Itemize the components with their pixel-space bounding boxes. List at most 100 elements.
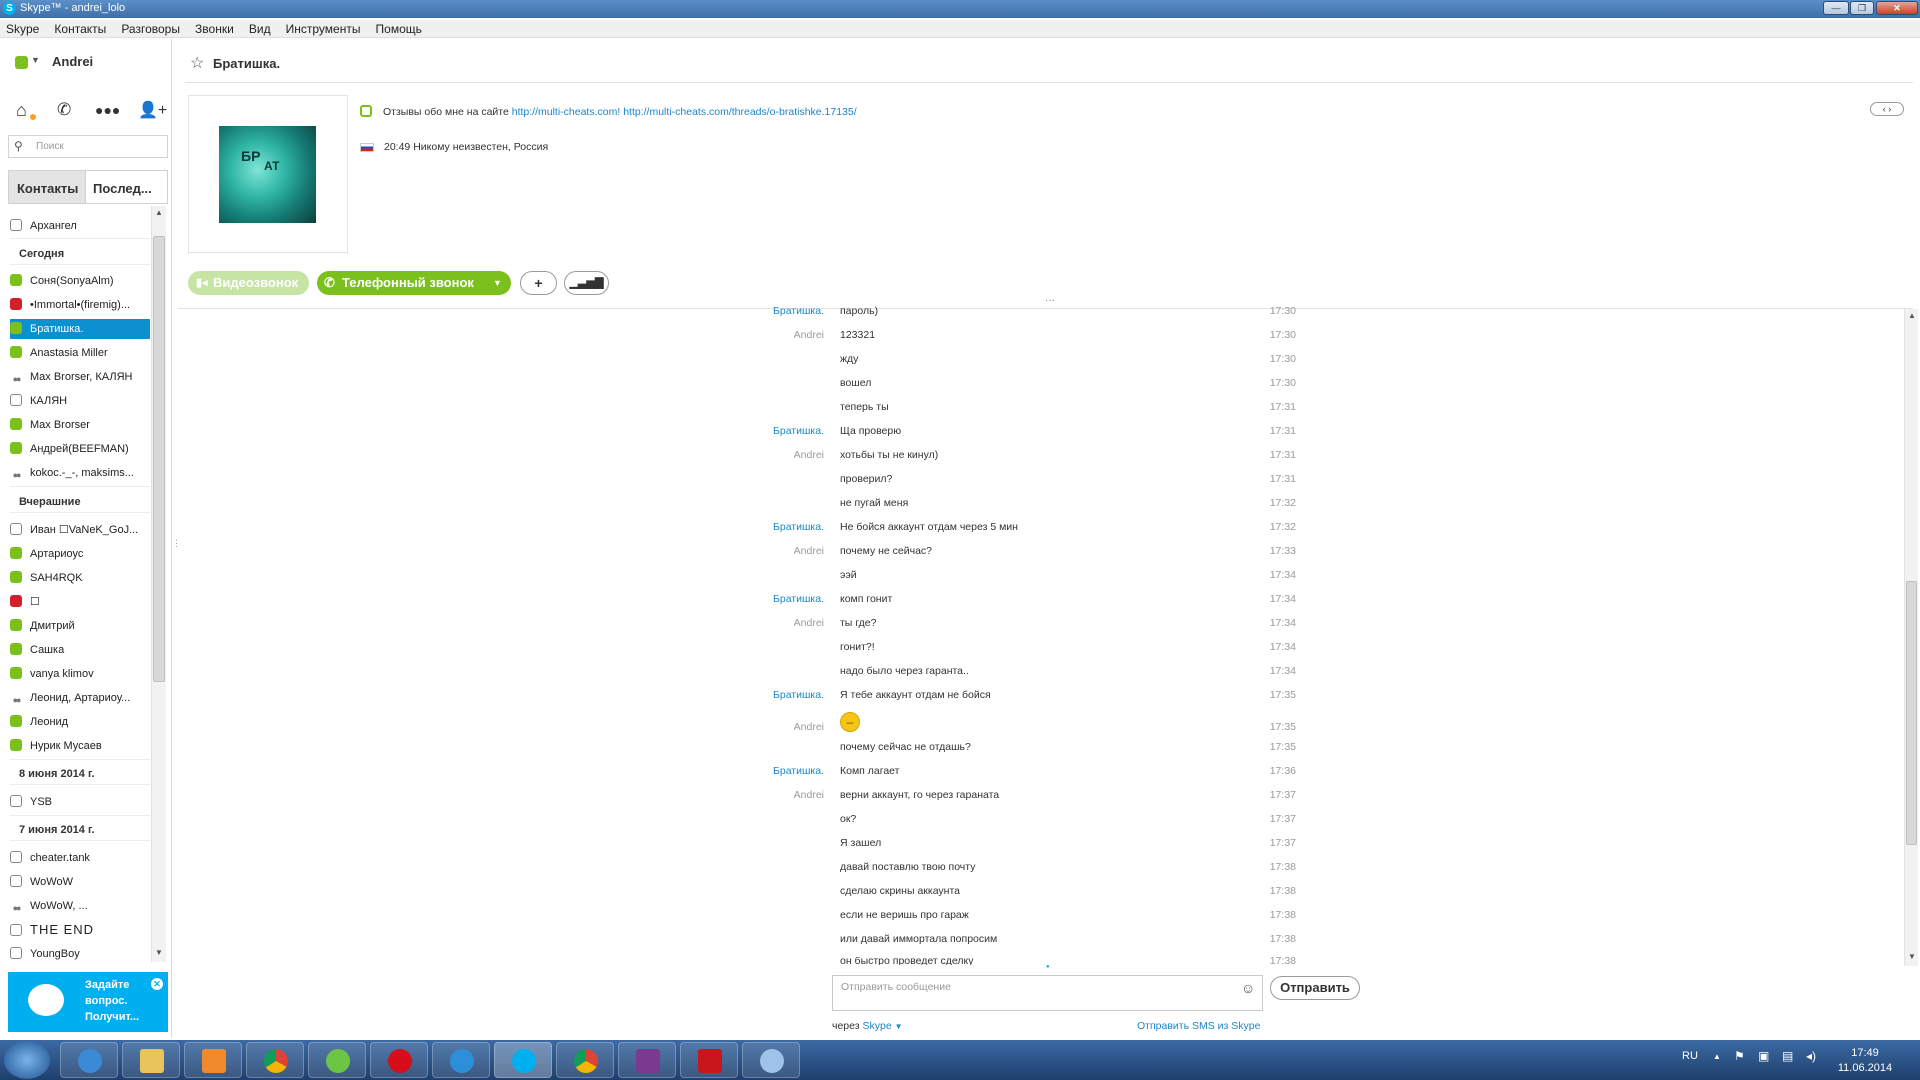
taskbar-skype[interactable] (494, 1042, 552, 1078)
message-input-box[interactable]: Отправить сообщение ☺ (832, 975, 1263, 1011)
message-sender[interactable]: Братишка. (694, 593, 824, 605)
scroll-down-icon[interactable]: ▼ (1908, 952, 1916, 961)
message-sender[interactable]: Братишка. (694, 305, 824, 317)
contact-item[interactable]: Дмитрий (10, 616, 150, 636)
ad-banner[interactable]: Задайте вопрос. Получит... ✕ (8, 972, 168, 1032)
contact-item[interactable]: YSB (10, 792, 150, 812)
menu-calls[interactable]: Звонки (189, 20, 240, 36)
start-button[interactable] (4, 1041, 50, 1079)
taskbar-ie[interactable] (60, 1042, 118, 1078)
message-sender[interactable]: Andrei (694, 329, 824, 341)
emoticon-speechless-icon[interactable]: – (840, 712, 860, 732)
menu-tools[interactable]: Инструменты (280, 20, 367, 36)
menu-conversations[interactable]: Разговоры (115, 20, 186, 36)
message-sender[interactable]: Andrei (694, 545, 824, 557)
contact-item[interactable]: Архангел (10, 216, 150, 236)
contact-item[interactable]: Андрей(BEEFMAN) (10, 439, 150, 459)
chat-scrollbar[interactable]: ▲ ▼ (1904, 309, 1918, 966)
contact-item[interactable]: SAH4RQK (10, 568, 150, 588)
message-sender[interactable]: Andrei (694, 617, 824, 629)
profile-pager[interactable]: ‹ › (1870, 102, 1904, 116)
taskbar-chrome-2[interactable] (556, 1042, 614, 1078)
contact-item[interactable]: Леонид, Артариоу... (10, 688, 150, 708)
contact-item[interactable]: Anastasia Miller (10, 343, 150, 363)
phone-call-button[interactable]: ✆ Телефонный звонок ▼ (317, 271, 511, 295)
close-button[interactable]: ✕ (1876, 1, 1918, 15)
taskbar-icq[interactable] (308, 1042, 366, 1078)
contact-item[interactable]: Соня(SonyaAlm) (10, 271, 150, 291)
search-box[interactable]: ⚲ Поиск (8, 135, 168, 158)
star-icon[interactable]: ☆ (190, 53, 204, 73)
contact-item[interactable]: THE END (10, 920, 150, 940)
contact-item[interactable]: Max Brorser, КАЛЯН (10, 367, 150, 387)
minimize-button[interactable]: — (1823, 1, 1849, 15)
menu-skype[interactable]: Skype (0, 20, 45, 36)
chevron-down-icon[interactable]: ▼ (31, 55, 40, 65)
resize-handle-icon[interactable]: ··· (1045, 295, 1055, 306)
taskbar-clock[interactable]: 17:49 11.06.2014 (1820, 1046, 1910, 1076)
send-button[interactable]: Отправить (1270, 976, 1360, 1000)
close-icon[interactable]: ✕ (151, 978, 163, 990)
send-via-selector[interactable]: Skype (863, 1020, 892, 1032)
contact-item-selected[interactable]: Братишка. (10, 319, 150, 339)
message-sender[interactable]: Братишка. (694, 521, 824, 533)
contact-item[interactable]: КАЛЯН (10, 391, 150, 411)
scroll-down-icon[interactable]: ▼ (155, 948, 163, 957)
search-input[interactable]: Поиск (36, 141, 64, 152)
emoticon-picker-icon[interactable]: ☺ (1241, 980, 1255, 996)
language-indicator[interactable]: RU (1682, 1050, 1698, 1062)
contact-item[interactable]: YoungBoy (10, 944, 150, 964)
signal-quality-icon[interactable]: ▁▃▅▇ (564, 271, 609, 295)
message-sender[interactable]: Andrei (694, 721, 824, 733)
network-icon[interactable]: ▤ (1782, 1049, 1793, 1063)
taskbar-flash[interactable] (680, 1042, 738, 1078)
taskbar-winrar[interactable] (618, 1042, 676, 1078)
tab-recent[interactable]: Послед... (86, 170, 168, 204)
contact-item[interactable]: kokoc.-_-, maksims... (10, 463, 150, 483)
message-sender[interactable]: Andrei (694, 449, 824, 461)
taskbar-media[interactable] (184, 1042, 242, 1078)
video-call-button[interactable]: ▮◂ Видеозвонок (188, 271, 309, 295)
taskbar-chrome[interactable] (246, 1042, 304, 1078)
contact-item[interactable]: WoWoW, ... (10, 896, 150, 916)
tray-app-icon[interactable]: ▣ (1758, 1049, 1769, 1063)
taskbar-paint[interactable] (742, 1042, 800, 1078)
contact-item[interactable]: Сашка (10, 640, 150, 660)
menu-view[interactable]: Вид (243, 20, 277, 36)
scroll-thumb[interactable] (1906, 581, 1917, 845)
mood-link[interactable]: http://multi-cheats.com/threads/o-bratis… (623, 106, 856, 118)
taskbar-opera[interactable] (370, 1042, 428, 1078)
home-icon[interactable]: ⌂ (16, 100, 27, 121)
menu-contacts[interactable]: Контакты (48, 20, 112, 36)
taskbar-explorer[interactable] (122, 1042, 180, 1078)
scroll-thumb[interactable] (153, 236, 165, 682)
message-sender[interactable]: Братишка. (694, 765, 824, 777)
add-contact-icon[interactable]: 👤+ (138, 100, 167, 120)
contact-item[interactable]: Леонид (10, 712, 150, 732)
resize-handle-icon[interactable]: ● (1046, 964, 1050, 970)
tab-contacts[interactable]: Контакты (8, 170, 86, 204)
avatar[interactable]: БР АТ (219, 126, 316, 223)
maximize-button[interactable]: ❐ (1850, 1, 1874, 15)
volume-icon[interactable]: ◂) (1806, 1049, 1816, 1063)
chevron-down-icon[interactable]: ▼ (895, 1022, 903, 1031)
message-sender[interactable]: Братишка. (694, 425, 824, 437)
menu-help[interactable]: Помощь (370, 20, 428, 36)
contact-item[interactable]: ☐ (10, 592, 150, 612)
message-sender[interactable]: Братишка. (694, 689, 824, 701)
add-button[interactable]: + (520, 271, 557, 295)
send-sms-link[interactable]: Отправить SMS из Skype (1137, 1020, 1260, 1032)
contact-item[interactable]: cheater.tank (10, 848, 150, 868)
contact-item[interactable]: Нурик Мусаев (10, 736, 150, 756)
contact-item[interactable]: Max Brorser (10, 415, 150, 435)
group-icon[interactable]: ●●● (95, 102, 120, 118)
tray-expand-icon[interactable]: ▲ (1713, 1052, 1721, 1061)
message-sender[interactable]: Andrei (694, 789, 824, 801)
profile-name[interactable]: Andrei (52, 54, 93, 69)
phone-icon[interactable]: ✆ (57, 100, 71, 120)
taskbar-app[interactable] (432, 1042, 490, 1078)
action-center-icon[interactable]: ⚑ (1734, 1049, 1745, 1063)
contact-item[interactable]: WoWoW (10, 872, 150, 892)
mood-link[interactable]: http://multi-cheats.com! (512, 106, 621, 118)
message-input[interactable]: Отправить сообщение (841, 981, 951, 993)
